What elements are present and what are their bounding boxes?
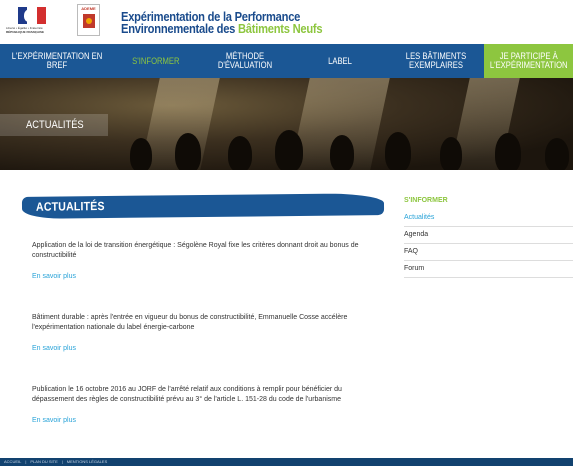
footer-link-mentions-legales[interactable]: MENTIONS LÉGALES <box>67 459 107 464</box>
ademe-emblem-icon <box>83 14 95 28</box>
footer-separator: | <box>25 459 27 464</box>
ademe-logo[interactable]: ADEME <box>77 4 100 36</box>
footer-link-plan-du-site[interactable]: PLAN DU SITE <box>30 459 57 464</box>
audience-silhouette <box>545 138 569 170</box>
nav-item-je-participe[interactable]: JE PARTICIPE À L'EXPÉRIMENTATION <box>484 44 573 78</box>
sidebar-nav: S'INFORMER Actualités Agenda FAQ Forum <box>404 196 573 278</box>
section-header: ACTUALITÉS <box>21 193 385 219</box>
read-more-link[interactable]: En savoir plus <box>32 273 76 280</box>
audience-silhouette <box>495 133 521 170</box>
sidebar-item-forum[interactable]: Forum <box>404 261 573 278</box>
audience-silhouette <box>385 132 411 170</box>
read-more-link[interactable]: En savoir plus <box>32 417 76 424</box>
french-flag-icon <box>18 7 46 24</box>
main-nav: L'EXPÉRIMENTATION EN BREF S'INFORMER MÉT… <box>0 44 573 78</box>
audience-silhouette <box>440 137 462 170</box>
nav-item-experimentation-en-bref[interactable]: L'EXPÉRIMENTATION EN BREF <box>0 44 114 78</box>
banner-label: ACTUALITÉS <box>0 114 108 136</box>
news-item: Publication le 16 octobre 2016 au JORF d… <box>32 385 382 424</box>
hero-banner: ACTUALITÉS <box>0 78 573 170</box>
nav-item-batiments-exemplaires[interactable]: LES BÂTIMENTS EXEMPLAIRES <box>388 44 484 78</box>
news-item: Bâtiment durable : après l'entrée en vig… <box>32 313 382 352</box>
site-title[interactable]: Expérimentation de la Performance Enviro… <box>121 10 323 36</box>
site-footer: ACCUEIL | PLAN DU SITE | MENTIONS LÉGALES <box>0 458 573 466</box>
marianne-icon <box>24 9 36 22</box>
sidebar-item-agenda[interactable]: Agenda <box>404 227 573 244</box>
audience-silhouette <box>228 136 252 170</box>
news-item-title[interactable]: Bâtiment durable : après l'entrée en vig… <box>32 313 382 333</box>
news-item-title[interactable]: Application de la loi de transition éner… <box>32 241 382 261</box>
site-header: Liberté • Égalité • Fraternité RÉPUBLIQU… <box>0 0 573 44</box>
audience-silhouette <box>275 130 303 170</box>
audience-silhouette <box>130 138 152 170</box>
news-item: Application de la loi de transition éner… <box>32 241 382 280</box>
audience-silhouette <box>175 133 201 170</box>
news-item-title[interactable]: Publication le 16 octobre 2016 au JORF d… <box>32 385 382 405</box>
rf-motto: Liberté • Égalité • Fraternité RÉPUBLIQU… <box>6 26 45 34</box>
nav-item-methode-evaluation[interactable]: MÉTHODE D'ÉVALUATION <box>198 44 292 78</box>
site-title-line2: Environnementale des Bâtiments Neufs <box>121 21 323 36</box>
read-more-link[interactable]: En savoir plus <box>32 345 76 352</box>
sidebar-item-faq[interactable]: FAQ <box>404 244 573 261</box>
audience-silhouette <box>330 135 354 170</box>
nav-item-label[interactable]: LABEL <box>292 44 388 78</box>
sidebar-title: S'INFORMER <box>404 197 448 204</box>
footer-separator: | <box>61 459 63 464</box>
section-title: ACTUALITÉS <box>35 199 105 214</box>
nav-item-sinformer[interactable]: S'INFORMER <box>114 44 198 78</box>
ademe-label: ADEME <box>81 6 96 11</box>
sidebar-item-actualites[interactable]: Actualités <box>404 210 573 227</box>
republique-francaise-logo[interactable]: Liberté • Égalité • Fraternité RÉPUBLIQU… <box>6 5 66 39</box>
footer-link-accueil[interactable]: ACCUEIL <box>4 459 21 464</box>
